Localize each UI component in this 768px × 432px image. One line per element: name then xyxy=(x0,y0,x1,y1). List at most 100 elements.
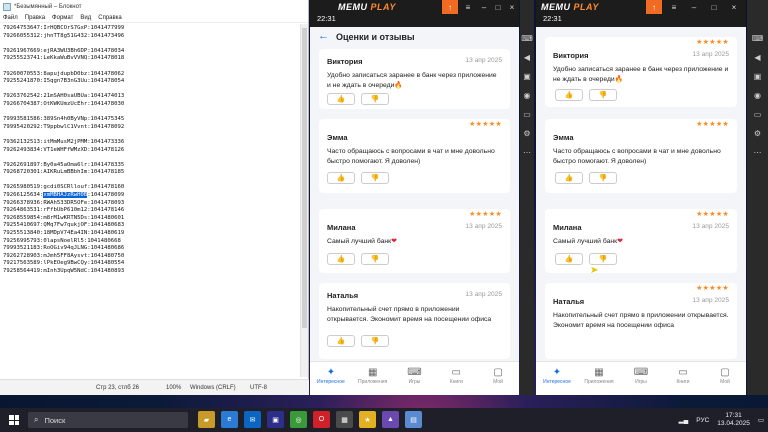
mail-icon[interactable]: ✉ xyxy=(244,411,261,428)
nav-my[interactable]: ▢ Мой xyxy=(708,362,742,395)
menu-edit[interactable]: Правка xyxy=(25,15,45,21)
minimize-icon[interactable]: – xyxy=(686,0,702,14)
close-icon[interactable]: × xyxy=(504,0,520,14)
nav-books[interactable]: ▭ Книги xyxy=(666,362,700,395)
status-encoding: UTF-8 xyxy=(250,385,267,391)
dislike-button[interactable]: 👎 xyxy=(589,172,617,184)
memu-icon[interactable]: ▲ xyxy=(382,411,399,428)
like-button[interactable]: 👍 xyxy=(327,93,355,105)
menu-help[interactable]: Справка xyxy=(98,15,122,21)
pin-icon[interactable]: ↑ xyxy=(646,0,662,14)
rating-stars: ★★★★★ xyxy=(469,211,502,218)
review-text: Накопительный счет прямо в приложении от… xyxy=(327,306,492,323)
text-line xyxy=(3,63,293,71)
text-line: 79995420292:T9ppbwlC1Vvnt:1041478092 xyxy=(3,123,125,130)
taskbar-search[interactable]: ⌕ Поиск xyxy=(28,412,188,428)
dislike-button[interactable]: 👎 xyxy=(361,335,389,347)
volume-icon[interactable]: ◀ xyxy=(754,53,760,63)
text-line: 79266378936:RWAh533DR5OFe:1041478093 xyxy=(3,199,125,206)
scroll-thumb[interactable] xyxy=(302,28,307,328)
screenshot-icon[interactable]: ▣ xyxy=(754,72,762,82)
menu-icon[interactable]: ≡ xyxy=(460,0,476,14)
chrome-icon[interactable]: ◎ xyxy=(290,411,307,428)
dislike-button[interactable]: 👎 xyxy=(589,89,617,101)
back-arrow-icon[interactable]: ← xyxy=(318,30,329,42)
thumbs-down-icon: 👎 xyxy=(598,256,608,263)
location-icon[interactable]: ◉ xyxy=(524,91,531,101)
menu-file[interactable]: Файл xyxy=(3,15,18,21)
android-clock: 22:31 xyxy=(317,14,336,23)
settings-icon[interactable]: ⚙ xyxy=(754,129,761,139)
store-icon[interactable]: ▣ xyxy=(267,411,284,428)
like-button[interactable]: 👍 xyxy=(555,89,583,101)
status-zoom: 100% xyxy=(166,385,182,391)
rating-stars: ★★★★★ xyxy=(696,285,729,292)
like-button[interactable]: 👍 xyxy=(555,172,583,184)
maximize-icon[interactable]: □ xyxy=(706,0,722,14)
folder-icon[interactable]: ▭ xyxy=(523,110,531,120)
dislike-button[interactable]: 👎 xyxy=(589,253,617,265)
text-line: 79993581586:389Sn4h0ByVNp:1041475345 xyxy=(3,116,125,123)
rating-stars: ★★★★★ xyxy=(696,211,729,218)
like-button[interactable]: 👍 xyxy=(555,253,583,265)
review-card: ★★★★★ Эмма Часто обращаюсь с вопросами в… xyxy=(545,119,737,193)
review-text: Часто обращаюсь с вопросами в чат и мне … xyxy=(327,148,495,165)
notepad-scrollbar[interactable] xyxy=(300,24,308,377)
thumbs-down-icon: 👎 xyxy=(370,96,380,103)
like-button[interactable]: 👍 xyxy=(327,253,355,265)
notepad-title: *Безымянный – Блокнот xyxy=(14,3,82,10)
taskbar-clock[interactable]: 17:31 13.04.2025 xyxy=(717,412,750,428)
like-button[interactable]: 👍 xyxy=(327,172,355,184)
volume-icon[interactable]: ◀ xyxy=(524,53,530,63)
notepad-titlebar[interactable]: *Безымянный – Блокнот xyxy=(0,0,308,13)
pin-icon[interactable]: ↑ xyxy=(442,0,458,14)
folder-icon[interactable]: ▭ xyxy=(754,110,762,120)
nav-discover[interactable]: ✦ Интересное xyxy=(314,362,348,395)
like-button[interactable]: 👍 xyxy=(327,335,355,347)
nav-apps[interactable]: ▦ Приложения xyxy=(582,362,616,395)
bottom-navigation: ✦ Интересное ▦ Приложения ⌨ Игры ▭ Книги ▢ Мо… xyxy=(536,361,746,395)
menu-icon[interactable]: ≡ xyxy=(666,0,682,14)
app-icon[interactable]: ▦ xyxy=(336,411,353,428)
text-line xyxy=(3,177,293,185)
network-icon[interactable]: ▂▄ xyxy=(679,416,689,424)
language-indicator[interactable]: РУС xyxy=(696,417,709,424)
settings-icon[interactable]: ⚙ xyxy=(523,129,530,139)
browser-icon[interactable]: e xyxy=(221,411,238,428)
notifications-icon[interactable]: ▭ xyxy=(758,416,764,424)
nav-games[interactable]: ⌨ Игры xyxy=(397,362,431,395)
nav-books[interactable]: ▭ Книги xyxy=(439,362,473,395)
dislike-button[interactable]: 👎 xyxy=(361,93,389,105)
close-icon[interactable]: × xyxy=(726,0,742,14)
screenshot-icon[interactable]: ▣ xyxy=(523,72,531,82)
memu-titlebar[interactable]: 22:31 MEMU PLAY ↑ ≡ – □ × xyxy=(310,0,519,27)
review-date: 13 апр 2025 xyxy=(465,291,502,298)
reviewer-name: Милана xyxy=(327,223,356,232)
notepad-text-area[interactable]: 79264753647:IrHQBCOrS7GxP:1041477999 7926… xyxy=(3,25,293,377)
more-icon[interactable]: ⋯ xyxy=(754,148,762,158)
nav-discover[interactable]: ✦ Интересное xyxy=(540,362,574,395)
dislike-button[interactable]: 👎 xyxy=(361,253,389,265)
text-line: 79266125634:xmMBHAJzRwH0B:1041478099 xyxy=(3,192,125,199)
keyboard-icon[interactable]: ⌨ xyxy=(521,34,533,44)
nav-apps[interactable]: ▦ Приложения xyxy=(356,362,390,395)
review-text: Удобно записаться заранее в банк через п… xyxy=(327,72,497,89)
windows-start-icon[interactable] xyxy=(9,415,19,425)
menu-view[interactable]: Вид xyxy=(80,15,91,21)
star-app-icon[interactable]: ★ xyxy=(359,411,376,428)
memu-titlebar[interactable]: 22:31 MEMU PLAY ↑ ≡ – □ × xyxy=(536,0,746,27)
nav-games[interactable]: ⌨ Игры xyxy=(624,362,658,395)
file-explorer-icon[interactable]: ▰ xyxy=(198,411,215,428)
menu-format[interactable]: Формат xyxy=(52,15,73,21)
rating-stars: ★★★★★ xyxy=(696,39,729,46)
thumbs-up-icon: 👍 xyxy=(564,175,574,182)
gamepad-icon: ⌨ xyxy=(633,367,649,378)
more-icon[interactable]: ⋯ xyxy=(523,148,531,158)
dislike-button[interactable]: 👎 xyxy=(361,172,389,184)
opera-icon[interactable]: O xyxy=(313,411,330,428)
notepad-taskbar-icon[interactable]: ▤ xyxy=(405,411,422,428)
keyboard-icon[interactable]: ⌨ xyxy=(752,34,764,44)
bottom-navigation: ✦ Интересное ▦ Приложения ⌨ Игры ▭ Книги ▢ Мо… xyxy=(310,361,519,395)
nav-my[interactable]: ▢ Мой xyxy=(481,362,515,395)
location-icon[interactable]: ◉ xyxy=(754,91,761,101)
